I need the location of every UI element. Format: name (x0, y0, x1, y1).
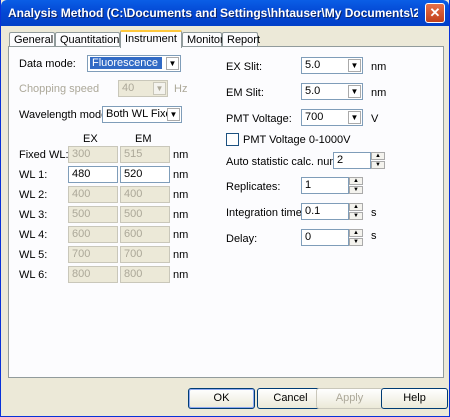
wl5-ex-field: 700 (68, 246, 118, 263)
wl5-em-field: 700 (120, 246, 170, 263)
tab-instrument[interactable]: Instrument (120, 30, 182, 48)
wavelength-mode-label: Wavelength mode: (19, 109, 111, 121)
pmt-range-checkbox[interactable] (226, 133, 239, 146)
unit-label: nm (173, 189, 189, 201)
data-mode-select[interactable]: Fluorescence ▼ (87, 55, 181, 72)
window-title: Analysis Method (C:\Documents and Settin… (8, 6, 418, 20)
wl6-em-field: 800 (120, 266, 170, 283)
wl2-em-field: 400 (120, 186, 170, 203)
auto-stat-spinner[interactable]: 2 ▲ ▼ (333, 152, 385, 169)
close-button[interactable]: ✕ (425, 3, 445, 23)
wl5-label: WL 5: (19, 249, 48, 261)
em-slit-unit: nm (371, 87, 387, 99)
ex-slit-select[interactable]: 5.0 ▼ (301, 57, 363, 74)
chevron-down-icon: ▼ (348, 111, 361, 124)
spin-down-icon[interactable]: ▼ (349, 212, 363, 220)
spin-up-icon[interactable]: ▲ (349, 177, 363, 185)
pmt-voltage-unit: V (371, 113, 379, 125)
wl6-ex-field: 800 (68, 266, 118, 283)
ex-slit-unit: nm (371, 61, 387, 73)
wl3-em-field: 500 (120, 206, 170, 223)
chevron-down-icon: ▼ (166, 57, 179, 70)
tab-general[interactable]: General (9, 32, 55, 47)
chevron-down-icon: ▼ (348, 85, 361, 98)
ex-slit-label: EX Slit: (226, 61, 263, 73)
wavelength-mode-select[interactable]: Both WL Fixed ▼ (102, 106, 182, 123)
em-slit-select[interactable]: 5.0 ▼ (301, 83, 363, 100)
pmt-range-label: PMT Voltage 0-1000V (243, 134, 351, 146)
chevron-down-icon: ▼ (348, 59, 361, 72)
pmt-voltage-label: PMT Voltage: (226, 113, 292, 125)
delay-unit: s (371, 230, 377, 242)
wl2-ex-field: 400 (68, 186, 118, 203)
wl4-label: WL 4: (19, 229, 48, 241)
title-bar[interactable]: Analysis Method (C:\Documents and Settin… (1, 0, 449, 26)
unit-label: nm (173, 269, 189, 281)
spin-up-icon[interactable]: ▲ (371, 152, 385, 160)
fixed-wl-label: Fixed WL: (19, 149, 69, 161)
unit-label: nm (173, 229, 189, 241)
ok-button[interactable]: OK (188, 388, 255, 409)
wl1-ex-field[interactable]: 480 (68, 166, 118, 183)
unit-label: nm (173, 209, 189, 221)
em-slit-label: EM Slit: (226, 87, 264, 99)
delay-field[interactable]: 0 (301, 229, 349, 246)
wl4-ex-field: 600 (68, 226, 118, 243)
unit-label: nm (173, 249, 189, 261)
chopping-speed-label: Chopping speed (19, 83, 100, 95)
tab-report[interactable]: Report (222, 32, 260, 47)
tab-monitor[interactable]: Monitor (182, 32, 224, 47)
unit-label: nm (173, 149, 189, 161)
wl2-label: WL 2: (19, 189, 48, 201)
wl6-label: WL 6: (19, 269, 48, 281)
wl3-ex-field: 500 (68, 206, 118, 223)
replicates-field[interactable]: 1 (301, 177, 349, 194)
wl1-label: WL 1: (19, 169, 48, 181)
ex-column-header: EX (83, 133, 98, 145)
replicates-label: Replicates: (226, 181, 281, 193)
apply-button: Apply (316, 388, 383, 409)
integration-time-label: Integration time: (226, 207, 305, 219)
spin-up-icon[interactable]: ▲ (349, 229, 363, 237)
spin-down-icon[interactable]: ▼ (371, 161, 385, 169)
fixed-wl-ex-field: 300 (68, 146, 118, 163)
dialog-window: Analysis Method (C:\Documents and Settin… (0, 0, 450, 417)
tab-quantitation[interactable]: Quantitation (55, 32, 120, 47)
pmt-voltage-select[interactable]: 700 ▼ (301, 109, 363, 126)
em-column-header: EM (135, 133, 152, 145)
integration-time-field[interactable]: 0.1 (301, 203, 349, 220)
unit-label: nm (173, 169, 189, 181)
chevron-down-icon: ▼ (153, 82, 166, 95)
integration-time-unit: s (371, 207, 377, 219)
instrument-panel: Data mode: Fluorescence ▼ Chopping speed… (8, 46, 444, 378)
chopping-speed-unit: Hz (174, 83, 188, 95)
spin-up-icon[interactable]: ▲ (349, 203, 363, 211)
cancel-button[interactable]: Cancel (257, 388, 324, 409)
help-button[interactable]: Help (381, 388, 448, 409)
wl1-em-field[interactable]: 520 (120, 166, 170, 183)
delay-label: Delay: (226, 233, 258, 245)
replicates-spinner[interactable]: 1 ▲ ▼ (301, 177, 363, 194)
spin-down-icon[interactable]: ▼ (349, 186, 363, 194)
wl4-em-field: 600 (120, 226, 170, 243)
fixed-wl-em-field: 515 (120, 146, 170, 163)
chopping-speed-select: 40 ▼ (118, 80, 168, 97)
integration-time-spinner[interactable]: 0.1 ▲ ▼ (301, 203, 363, 220)
wl3-label: WL 3: (19, 209, 48, 221)
delay-spinner[interactable]: 0 ▲ ▼ (301, 229, 363, 246)
auto-stat-field[interactable]: 2 (333, 152, 371, 169)
spin-down-icon[interactable]: ▼ (349, 238, 363, 246)
chevron-down-icon: ▼ (167, 108, 180, 121)
data-mode-label: Data mode: (19, 58, 76, 70)
